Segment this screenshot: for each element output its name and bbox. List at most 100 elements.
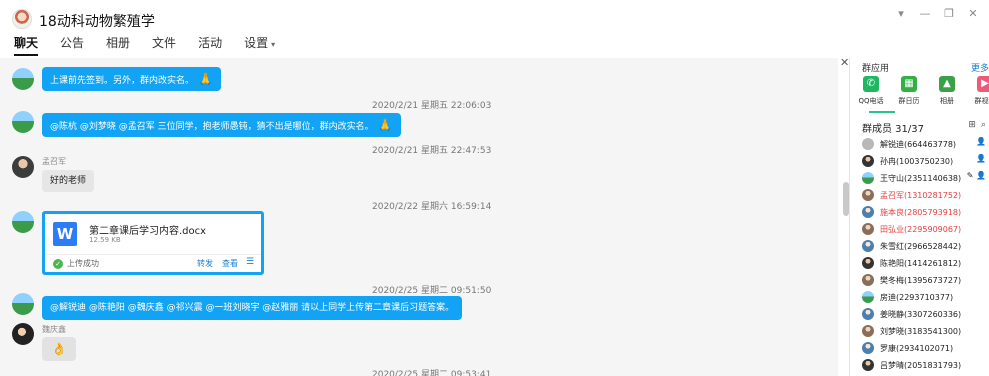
app-album[interactable]: ▲ 相册 — [932, 76, 962, 106]
group-avatar[interactable] — [12, 9, 32, 29]
timestamp: 2020/2/21 星期五 22:06:03 — [372, 101, 492, 111]
member-name: 王守山(2351140638) — [880, 173, 962, 183]
avatar — [862, 359, 874, 371]
pray-emoji-icon: 🙏 — [377, 118, 393, 132]
calendar-icon: ▦ — [901, 76, 917, 92]
sender-name: 孟召军 — [42, 157, 66, 166]
member-name: 孙冉(1003750230) — [880, 156, 954, 166]
member-name: 陈艳阳(1414261812) — [880, 258, 962, 268]
check-icon: ✓ — [53, 258, 63, 269]
timestamp: 2020/2/25 星期二 09:51:50 — [372, 286, 492, 296]
app-label: 群日历 — [898, 97, 920, 105]
close-icon[interactable]: ✕ — [967, 7, 979, 20]
member-name: 房迪(2293710377) — [880, 292, 954, 302]
phone-icon: ✆ — [863, 76, 879, 92]
menu-icon[interactable]: ☰ — [246, 257, 254, 267]
member-name: 解锐迪(664463778) — [880, 139, 957, 149]
member-item[interactable]: 樊冬梅(1395673727) — [862, 272, 986, 288]
tab-album[interactable]: 相册 — [106, 34, 130, 56]
app-qq-call[interactable]: ✆ QQ电话 — [856, 76, 886, 106]
avatar — [862, 223, 874, 235]
member-item[interactable]: 田弘业(2295909067) — [862, 221, 986, 237]
member-name: 田弘业(2295909067) — [880, 224, 962, 234]
avatar — [862, 342, 874, 354]
add-member-icon[interactable]: ⊞ — [968, 120, 976, 130]
file-footer: ✓ 上传成功 转发 查看 ☰ — [45, 254, 261, 272]
restore-icon[interactable]: ❐ — [943, 7, 955, 20]
member-item[interactable]: 陈艳阳(1414261812) — [862, 255, 986, 271]
members-header: 群成员 31/37 ⊞ ⌕ — [850, 118, 989, 135]
members-title: 群成员 31/37 — [862, 124, 924, 135]
avatar[interactable] — [12, 156, 34, 178]
member-item[interactable]: 施本良(2805793918) — [862, 204, 986, 220]
message-bubble[interactable]: @解锐迪 @陈艳阳 @魏庆鑫 @祁兴震 @一班刘晓宇 @赵雅丽 请以上同学上传第… — [42, 296, 463, 320]
avatar[interactable] — [12, 323, 34, 345]
message-bubble[interactable]: @陈杭 @刘梦晓 @孟召军 三位同学，抱老师愚钝，猜不出是哪位，群内改实名。 🙏 — [42, 113, 401, 137]
avatar — [862, 257, 874, 269]
avatar — [862, 155, 874, 167]
timestamp: 2020/2/22 星期六 16:59:14 — [372, 202, 492, 212]
members-tools: ⊞ ⌕ — [968, 120, 986, 130]
tab-activities[interactable]: 活动 — [198, 34, 222, 56]
member-item[interactable]: 吕梦晴(2051831793) — [862, 357, 986, 373]
avatar — [862, 325, 874, 337]
member-name: 施本良(2805793918) — [880, 207, 962, 217]
pray-emoji-icon: 🙏 — [198, 72, 213, 86]
chat-area[interactable]: 上课前先签到。另外，群内改实名。 🙏 2020/2/21 星期五 22:06:03… — [0, 58, 838, 376]
chevron-down-icon: ▾ — [271, 40, 276, 49]
member-item[interactable]: 罗康(2934102071) — [862, 340, 986, 356]
search-icon[interactable]: ⌕ — [981, 120, 986, 130]
avatar — [862, 172, 874, 184]
message-bubble[interactable]: 👌 — [42, 337, 76, 361]
message-bubble[interactable]: 好的老师 — [42, 170, 95, 192]
avatar[interactable] — [12, 293, 34, 315]
forward-link[interactable]: 转发 — [197, 258, 213, 269]
member-name: 孟召军(1310281752) — [880, 190, 962, 200]
avatar[interactable] — [12, 111, 34, 133]
app-calendar[interactable]: ▦ 群日历 — [894, 76, 924, 106]
minimize-icon[interactable]: — — [919, 7, 931, 20]
ok-hand-emoji-icon: 👌 — [51, 342, 67, 356]
avatar[interactable] — [12, 211, 34, 233]
upload-status: ✓ 上传成功 — [53, 258, 99, 269]
tab-settings[interactable]: 设置 ▾ — [244, 34, 275, 56]
file-card[interactable]: W 第二章课后学习内容.docx 12.59 KB ✓ 上传成功 转发 查看 ☰ — [42, 211, 264, 275]
member-item[interactable]: 王守山(2351140638) ✎ 👤 — [862, 170, 986, 186]
member-name: 朱雪红(2966528442) — [880, 241, 962, 251]
group-apps: ✆ QQ电话 ▦ 群日历 ▲ 相册 ▶ 群视频 — [856, 76, 989, 106]
app-video[interactable]: ▶ 群视频 — [970, 76, 989, 106]
tab-chat[interactable]: 聊天 — [14, 34, 39, 56]
app-label: 群视频 — [974, 97, 989, 105]
apps-title: 群应用 — [862, 64, 890, 74]
member-name: 姜晓静(3307260336) — [880, 309, 962, 319]
avatar — [862, 138, 874, 150]
sender-name: 魏庆鑫 — [42, 325, 66, 334]
member-item[interactable]: 姜晓静(3307260336) — [862, 306, 986, 322]
member-item[interactable]: 朱雪红(2966528442) — [862, 238, 986, 254]
avatar — [862, 274, 874, 286]
member-item[interactable]: 解锐迪(664463778) 👤 — [862, 136, 986, 152]
window-header: 18动科动物繁殖学 ▾ — ❐ ✕ 聊天 公告 相册 文件 活动 设置 ▾ — [0, 0, 989, 58]
avatar[interactable] — [12, 68, 34, 90]
member-name: 刘梦晓(3183541300) — [880, 326, 962, 336]
view-link[interactable]: 查看 — [222, 258, 238, 269]
tab-files[interactable]: 文件 — [152, 34, 176, 56]
message-text: @陈杭 @刘梦晓 @孟召军 三位同学，抱老师愚钝，猜不出是哪位，群内改实名。 — [50, 122, 374, 132]
avatar — [862, 308, 874, 320]
file-size: 12.59 KB — [89, 236, 121, 244]
tab-announcements[interactable]: 公告 — [60, 34, 84, 56]
collapse-icon[interactable]: ✕ — [840, 56, 849, 69]
member-name: 樊冬梅(1395673727) — [880, 275, 962, 285]
upload-status-text: 上传成功 — [67, 259, 99, 268]
more-link[interactable]: 更多 — [971, 61, 989, 74]
member-item[interactable]: 孟召军(1310281752) — [862, 187, 986, 203]
message-bubble[interactable]: 上课前先签到。另外，群内改实名。 🙏 — [42, 67, 221, 91]
member-item[interactable]: 孙冉(1003750230) 👤 — [862, 153, 986, 169]
file-name[interactable]: 第二章课后学习内容.docx — [89, 222, 206, 237]
member-item[interactable]: 房迪(2293710377) — [862, 289, 986, 305]
message-text: 好的老师 — [50, 176, 87, 186]
member-item[interactable]: 刘梦晓(3183541300) — [862, 323, 986, 339]
app-label: QQ电话 — [858, 97, 884, 105]
dropdown-icon[interactable]: ▾ — [895, 7, 907, 20]
member-name: 吕梦晴(2051831793) — [880, 360, 962, 370]
